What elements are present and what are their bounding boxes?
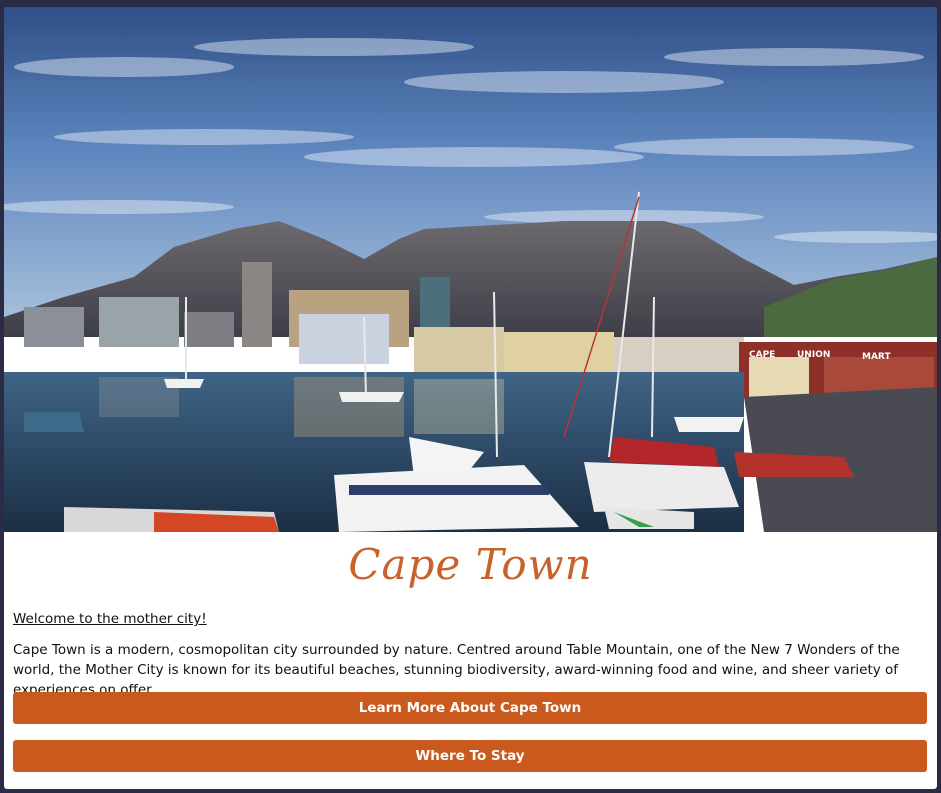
description-text: Cape Town is a modern, cosmopolitan city… — [13, 642, 900, 698]
svg-text:UNION: UNION — [797, 350, 830, 360]
welcome-link[interactable]: Welcome to the mother city! — [13, 609, 207, 629]
destination-card: CAPE UNION MART Cape Town Welcome to the… — [4, 7, 937, 789]
page-title: Cape Town — [348, 540, 593, 589]
learn-more-button[interactable]: Learn More About Cape Town — [13, 692, 927, 724]
svg-text:CAPE: CAPE — [749, 350, 775, 360]
where-to-stay-button[interactable]: Where To Stay — [13, 740, 927, 772]
svg-text:MART: MART — [862, 352, 891, 362]
hero-image: CAPE UNION MART — [4, 7, 937, 532]
